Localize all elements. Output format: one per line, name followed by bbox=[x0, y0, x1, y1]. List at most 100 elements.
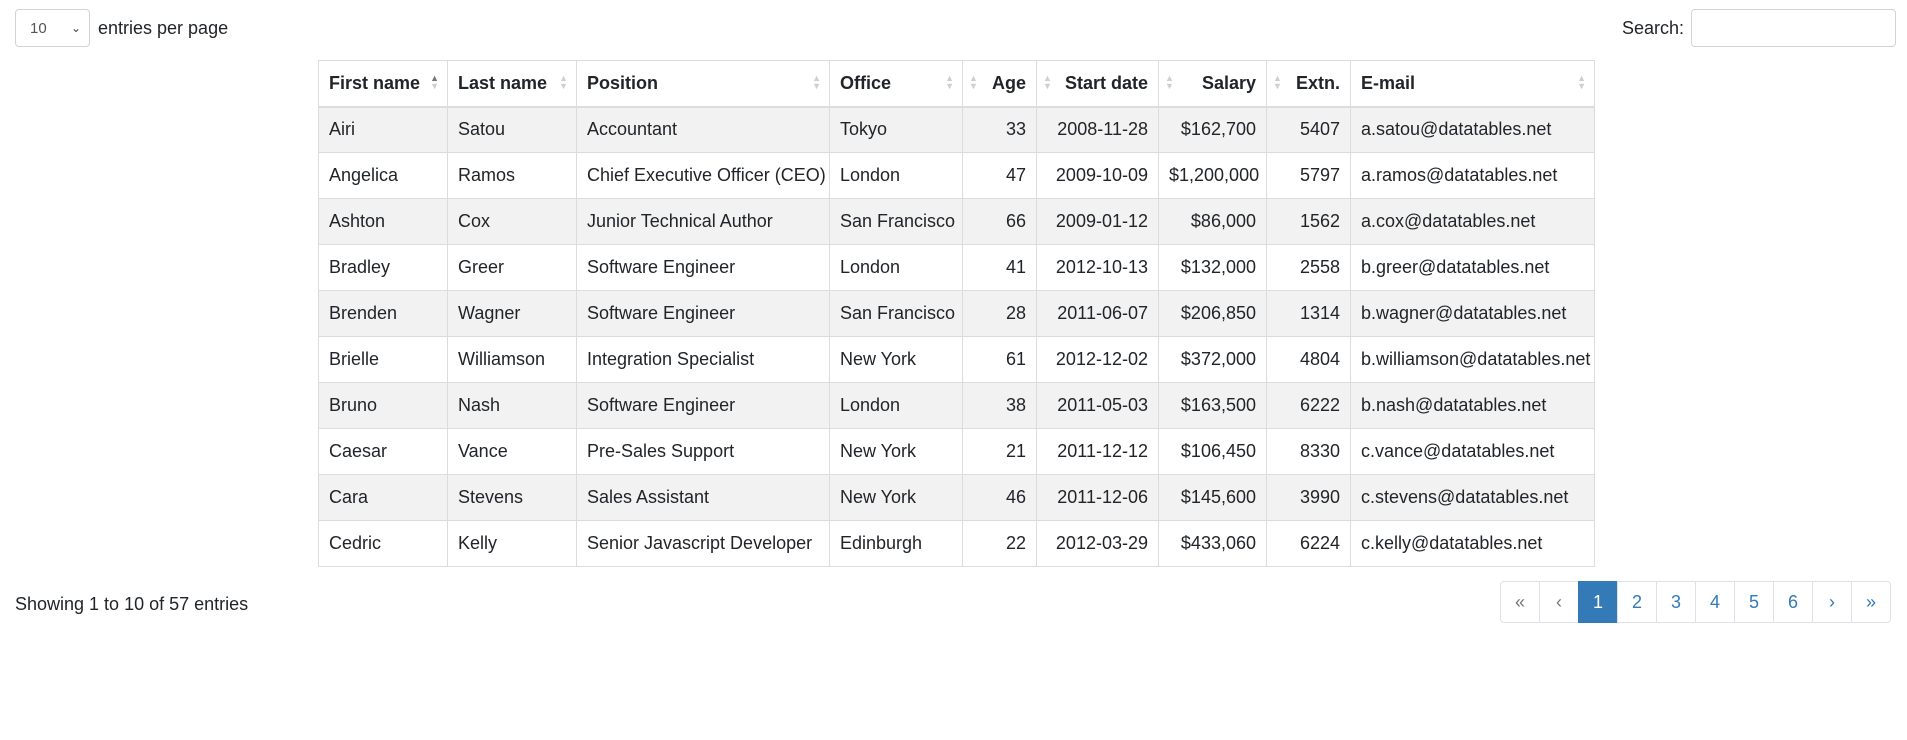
cell-start-date: 2009-10-09 bbox=[1036, 152, 1159, 199]
cell-first-name: Brenden bbox=[318, 290, 448, 337]
page-button-6[interactable]: 6 bbox=[1773, 581, 1813, 623]
cell-extn: 1314 bbox=[1266, 290, 1351, 337]
cell-email: a.satou@datatables.net bbox=[1350, 106, 1595, 153]
cell-age: 41 bbox=[962, 244, 1037, 291]
sort-icon: ▲ ▼ bbox=[969, 73, 978, 91]
page-button-2[interactable]: 2 bbox=[1617, 581, 1657, 623]
cell-age: 47 bbox=[962, 152, 1037, 199]
cell-first-name: Cara bbox=[318, 474, 448, 521]
cell-office: New York bbox=[829, 474, 963, 521]
column-header-salary[interactable]: ▲ ▼ Salary bbox=[1158, 60, 1267, 108]
cell-position: Chief Executive Officer (CEO) bbox=[576, 152, 830, 199]
cell-email: a.ramos@datatables.net bbox=[1350, 152, 1595, 199]
column-header-label: Age bbox=[991, 72, 1026, 93]
page-button-4[interactable]: 4 bbox=[1695, 581, 1735, 623]
column-header-email[interactable]: E-mail ▲ ▼ bbox=[1350, 60, 1595, 108]
page-button-5[interactable]: 5 bbox=[1734, 581, 1774, 623]
table-row: Cara Stevens Sales Assistant New York 46 2011… bbox=[318, 474, 1595, 521]
cell-last-name: Cox bbox=[447, 198, 577, 245]
cell-salary: $163,500 bbox=[1158, 382, 1267, 429]
entries-per-page-value: 10 bbox=[30, 19, 47, 37]
table-row: Cedric Kelly Senior Javascript Developer Ed… bbox=[318, 520, 1595, 567]
cell-age: 21 bbox=[962, 428, 1037, 475]
cell-position: Pre-Sales Support bbox=[576, 428, 830, 475]
cell-salary: $206,850 bbox=[1158, 290, 1267, 337]
table-row: Brenden Wagner Software Engineer San Franci… bbox=[318, 290, 1595, 337]
cell-last-name: Satou bbox=[447, 106, 577, 153]
first-page-button[interactable]: « bbox=[1500, 581, 1540, 623]
search-input[interactable] bbox=[1691, 9, 1896, 47]
cell-extn: 6222 bbox=[1266, 382, 1351, 429]
cell-email: b.wagner@datatables.net bbox=[1350, 290, 1595, 337]
sort-icon: ▲ ▼ bbox=[812, 73, 821, 91]
column-header-label: Salary bbox=[1201, 72, 1256, 93]
next-page-button[interactable]: › bbox=[1812, 581, 1852, 623]
cell-position: Accountant bbox=[576, 106, 830, 153]
cell-last-name: Vance bbox=[447, 428, 577, 475]
cell-first-name: Bruno bbox=[318, 382, 448, 429]
cell-office: New York bbox=[829, 428, 963, 475]
cell-start-date: 2008-11-28 bbox=[1036, 106, 1159, 153]
cell-age: 22 bbox=[962, 520, 1037, 567]
sort-icon: ▲ ▼ bbox=[945, 73, 954, 91]
search-control: Search: bbox=[1622, 9, 1896, 47]
column-header-age[interactable]: ▲ ▼ Age bbox=[962, 60, 1037, 108]
cell-extn: 3990 bbox=[1266, 474, 1351, 521]
cell-position: Software Engineer bbox=[576, 382, 830, 429]
table-row: Bradley Greer Software Engineer London 41 201… bbox=[318, 244, 1595, 291]
table-row: Bruno Nash Software Engineer London 38 2011-0… bbox=[318, 382, 1595, 429]
previous-page-button[interactable]: ‹ bbox=[1539, 581, 1579, 623]
cell-age: 28 bbox=[962, 290, 1037, 337]
sort-ascending-icon: ▲ ▼ bbox=[430, 73, 439, 91]
entries-per-page-select[interactable]: 10 ⌄ bbox=[15, 9, 90, 47]
cell-last-name: Stevens bbox=[447, 474, 577, 521]
column-header-office[interactable]: Office ▲ ▼ bbox=[829, 60, 963, 108]
cell-position: Senior Javascript Developer bbox=[576, 520, 830, 567]
column-header-start-date[interactable]: ▲ ▼ Start date bbox=[1036, 60, 1159, 108]
column-header-label: Position bbox=[587, 72, 658, 93]
cell-position: Integration Specialist bbox=[576, 336, 830, 383]
cell-last-name: Williamson bbox=[447, 336, 577, 383]
cell-salary: $433,060 bbox=[1158, 520, 1267, 567]
column-header-last-name[interactable]: Last name ▲ ▼ bbox=[447, 60, 577, 108]
cell-salary: $372,000 bbox=[1158, 336, 1267, 383]
sort-icon: ▲ ▼ bbox=[1273, 73, 1282, 91]
column-header-label: Start date bbox=[1064, 72, 1148, 93]
data-table: First name ▲ ▼ Last name ▲ ▼ Position ▲ ▼ O… bbox=[318, 60, 1595, 567]
cell-office: Edinburgh bbox=[829, 520, 963, 567]
column-header-extn[interactable]: ▲ ▼ Extn. bbox=[1266, 60, 1351, 108]
cell-start-date: 2011-05-03 bbox=[1036, 382, 1159, 429]
table-row: Ashton Cox Junior Technical Author San Fran… bbox=[318, 198, 1595, 245]
cell-salary: $162,700 bbox=[1158, 106, 1267, 153]
cell-salary: $132,000 bbox=[1158, 244, 1267, 291]
cell-office: San Francisco bbox=[829, 198, 963, 245]
last-page-button[interactable]: » bbox=[1851, 581, 1891, 623]
cell-salary: $106,450 bbox=[1158, 428, 1267, 475]
cell-first-name: Angelica bbox=[318, 152, 448, 199]
page-button-3[interactable]: 3 bbox=[1656, 581, 1696, 623]
cell-start-date: 2011-12-12 bbox=[1036, 428, 1159, 475]
length-control: 10 ⌄ entries per page bbox=[15, 9, 228, 47]
column-header-label: Last name bbox=[458, 72, 548, 93]
cell-start-date: 2009-01-12 bbox=[1036, 198, 1159, 245]
cell-position: Software Engineer bbox=[576, 244, 830, 291]
sort-icon: ▲ ▼ bbox=[1043, 73, 1052, 91]
page-button-1[interactable]: 1 bbox=[1578, 581, 1618, 623]
cell-age: 38 bbox=[962, 382, 1037, 429]
column-header-position[interactable]: Position ▲ ▼ bbox=[576, 60, 830, 108]
column-header-first-name[interactable]: First name ▲ ▼ bbox=[318, 60, 448, 108]
cell-extn: 8330 bbox=[1266, 428, 1351, 475]
table-row: Brielle Williamson Integration Specialist N… bbox=[318, 336, 1595, 383]
cell-salary: $145,600 bbox=[1158, 474, 1267, 521]
cell-salary: $86,000 bbox=[1158, 198, 1267, 245]
entries-per-page-label: entries per page bbox=[98, 17, 229, 38]
cell-start-date: 2011-12-06 bbox=[1036, 474, 1159, 521]
cell-office: London bbox=[829, 152, 963, 199]
table-row: Angelica Ramos Chief Executive Officer (CE… bbox=[318, 152, 1595, 199]
column-header-label: Extn. bbox=[1295, 72, 1340, 93]
cell-first-name: Brielle bbox=[318, 336, 448, 383]
cell-office: New York bbox=[829, 336, 963, 383]
cell-start-date: 2011-06-07 bbox=[1036, 290, 1159, 337]
cell-first-name: Airi bbox=[318, 106, 448, 153]
cell-extn: 5797 bbox=[1266, 152, 1351, 199]
